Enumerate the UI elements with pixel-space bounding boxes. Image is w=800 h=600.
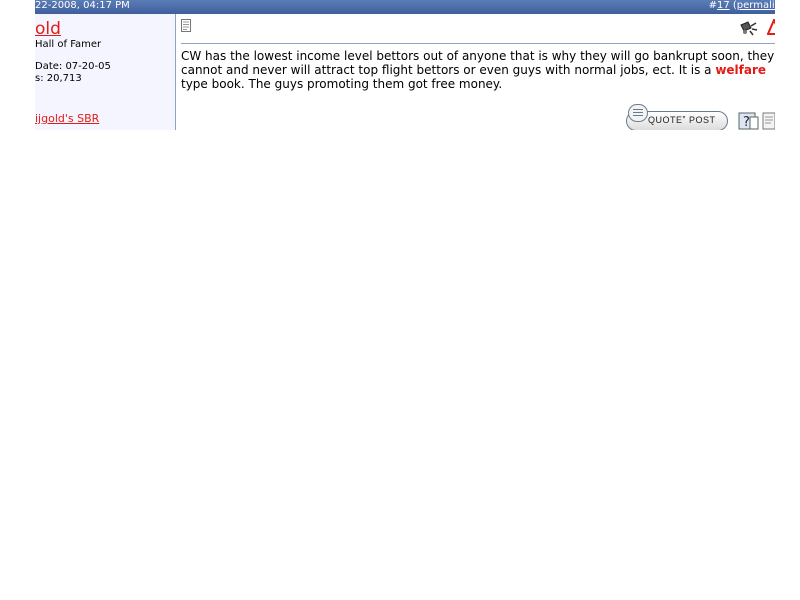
forum-post: 22-2008, 04:17 PM #17 (permalin old Hall… [35,0,775,130]
join-date: Date: 07-20-05 [35,61,111,72]
user-title: Hall of Famer [35,39,102,50]
quote-post-button[interactable]: QUOTEˮ POST [626,104,728,130]
user-info-panel: old Hall of Famer Date: 07-20-05 s: 20,7… [35,14,176,130]
post-action-icons [739,19,775,37]
post-number-link[interactable]: 17 [717,0,730,11]
speech-bubble-icon [628,104,648,122]
quote-post-label: QUOTEˮ POST [648,115,716,125]
post-header-bar: 22-2008, 04:17 PM #17 (permalin [35,0,775,14]
svg-text:?: ? [743,115,750,130]
report-post-icon[interactable] [739,19,759,36]
message-panel: CW has the lowest income level bettors o… [176,14,775,130]
user-footer: ijgold's SBR [35,104,175,130]
message-part-1: CW has the lowest income level bettors o… [181,49,775,77]
post-number-prefix: # [708,0,717,11]
permalink-link[interactable]: permalin [737,0,775,11]
multi-quote-icon[interactable]: ? [738,111,760,130]
message-part-2: type book. The guys promoting them got f… [181,77,503,91]
message-divider [181,43,775,44]
post-date: 22-2008, 04:17 PM [35,0,130,11]
user-sbr-link[interactable]: ijgold's SBR [35,112,99,126]
warning-icon[interactable] [767,19,775,35]
message-highlight: welfare [715,63,767,77]
post-number-area: #17 (permalin [709,0,775,12]
message-text: CW has the lowest income level bettors o… [181,49,775,91]
quick-reply-icon[interactable] [762,111,775,130]
document-icon [181,19,191,32]
post-count: s: 20,713 [35,73,82,84]
username-link[interactable]: old [35,18,61,40]
